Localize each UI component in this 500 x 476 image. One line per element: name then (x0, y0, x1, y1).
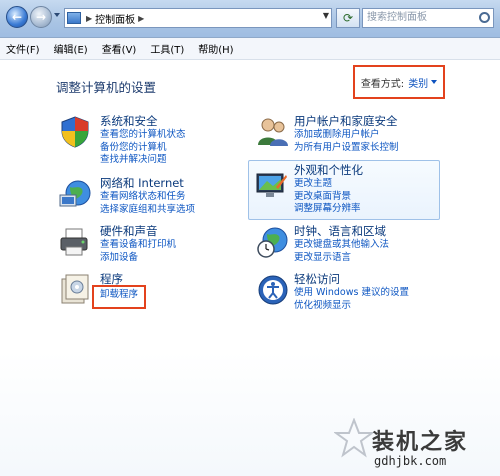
menu-bar: 文件(F) 编辑(E) 查看(V) 工具(T) 帮助(H) (0, 38, 500, 60)
link-change-keyboard-input[interactable]: 更改键盘或其他输入法 (294, 239, 389, 252)
watermark-title: 装机之家 (372, 430, 469, 455)
link-homegroup-sharing[interactable]: 选择家庭组和共享选项 (100, 204, 195, 217)
printer-icon (60, 228, 88, 256)
category-network-internet: 网络和 Internet 查看网络状态和任务 选择家庭组和共享选项 (100, 175, 195, 216)
view-by-control: 查看方式: 类别 (353, 65, 445, 99)
link-change-theme[interactable]: 更改主题 (294, 178, 363, 191)
link-adjust-resolution[interactable]: 调整屏幕分辨率 (294, 203, 363, 216)
accessibility-icon (258, 275, 288, 305)
link-windows-recommended-settings[interactable]: 使用 Windows 建议的设置 (294, 287, 409, 300)
recent-pages-dropdown[interactable] (54, 13, 60, 17)
link-backup-computer[interactable]: 备份您的计算机 (100, 142, 186, 155)
system-security-title[interactable]: 系统和安全 (100, 113, 186, 129)
clock-language-region-title[interactable]: 时钟、语言和区域 (294, 223, 389, 239)
menu-help[interactable]: 帮助(H) (198, 41, 233, 56)
category-clock-language-region: 时钟、语言和区域 更改键盘或其他输入法 更改显示语言 (294, 223, 389, 264)
back-arrow-icon: ← (11, 10, 23, 24)
category-ease-of-access: 轻松访问 使用 Windows 建议的设置 优化视频显示 (294, 271, 409, 312)
control-panel-icon (67, 12, 81, 24)
search-icon[interactable] (479, 12, 490, 23)
address-bar[interactable]: ▶ 控制面板 ▶ ▼ (64, 8, 332, 28)
appearance-title[interactable]: 外观和个性化 (294, 162, 363, 178)
watermark-star-logo (334, 418, 374, 458)
link-troubleshoot[interactable]: 查找并解决问题 (100, 154, 186, 167)
appearance-icon (256, 173, 287, 197)
link-devices-printers[interactable]: 查看设备和打印机 (100, 239, 176, 252)
link-add-remove-accounts[interactable]: 添加或删除用户帐户 (294, 129, 399, 142)
shield-icon (61, 116, 89, 148)
network-globe-icon (59, 180, 91, 207)
control-panel-content: 调整计算机的设置 查看方式: 类别 系统和安全 查看您的计算机状态 备份您的计算… (0, 61, 500, 476)
menu-view[interactable]: 查看(V) (102, 41, 137, 56)
search-placeholder: 搜索控制面板 (367, 12, 427, 23)
category-appearance: 外观和个性化 更改主题 更改桌面背景 调整屏幕分辨率 (294, 162, 363, 216)
link-optimize-video-display[interactable]: 优化视频显示 (294, 300, 409, 313)
forward-arrow-icon: → (35, 10, 47, 24)
address-dropdown-icon[interactable]: ▼ (323, 11, 329, 20)
link-add-device[interactable]: 添加设备 (100, 252, 176, 265)
hardware-sound-title[interactable]: 硬件和声音 (100, 223, 176, 239)
forward-button[interactable]: → (30, 6, 52, 28)
breadcrumb-chevron-icon[interactable]: ▶ (86, 14, 92, 23)
breadcrumb-chevron-icon[interactable]: ▶ (138, 14, 144, 23)
breadcrumb-control-panel[interactable]: 控制面板 (95, 11, 135, 26)
search-input[interactable]: 搜索控制面板 (362, 8, 494, 28)
link-network-status[interactable]: 查看网络状态和任务 (100, 191, 195, 204)
page-title: 调整计算机的设置 (56, 80, 157, 95)
view-by-label: 查看方式: (360, 78, 405, 90)
clock-globe-icon (257, 227, 288, 258)
menu-file[interactable]: 文件(F) (6, 41, 40, 56)
network-internet-title[interactable]: 网络和 Internet (100, 175, 195, 191)
link-parental-controls[interactable]: 为所有用户设置家长控制 (294, 142, 399, 155)
link-view-computer-status[interactable]: 查看您的计算机状态 (100, 129, 186, 142)
refresh-button[interactable]: ⟳ (336, 8, 360, 28)
category-hardware-sound: 硬件和声音 查看设备和打印机 添加设备 (100, 223, 176, 264)
refresh-icon: ⟳ (342, 11, 354, 25)
view-by-dropdown[interactable]: 类别 (408, 75, 428, 90)
programs-icon (61, 274, 89, 304)
category-user-accounts: 用户帐户和家庭安全 添加或删除用户帐户 为所有用户设置家长控制 (294, 113, 399, 154)
menu-edit[interactable]: 编辑(E) (54, 41, 88, 56)
link-change-desktop-background[interactable]: 更改桌面背景 (294, 191, 363, 204)
link-change-display-language[interactable]: 更改显示语言 (294, 252, 389, 265)
users-icon (258, 118, 288, 146)
back-button[interactable]: ← (6, 6, 28, 28)
menu-tools[interactable]: 工具(T) (150, 41, 184, 56)
user-accounts-title[interactable]: 用户帐户和家庭安全 (294, 113, 399, 129)
ease-of-access-title[interactable]: 轻松访问 (294, 271, 409, 287)
address-toolbar: ← → ▶ 控制面板 ▶ ▼ ⟳ 搜索控制面板 (0, 0, 500, 38)
view-by-arrow-icon[interactable] (431, 80, 438, 84)
watermark-url: gdhjbk.com (374, 454, 447, 468)
uninstall-highlight-box (92, 285, 146, 309)
category-system-security: 系统和安全 查看您的计算机状态 备份您的计算机 查找并解决问题 (100, 113, 186, 167)
